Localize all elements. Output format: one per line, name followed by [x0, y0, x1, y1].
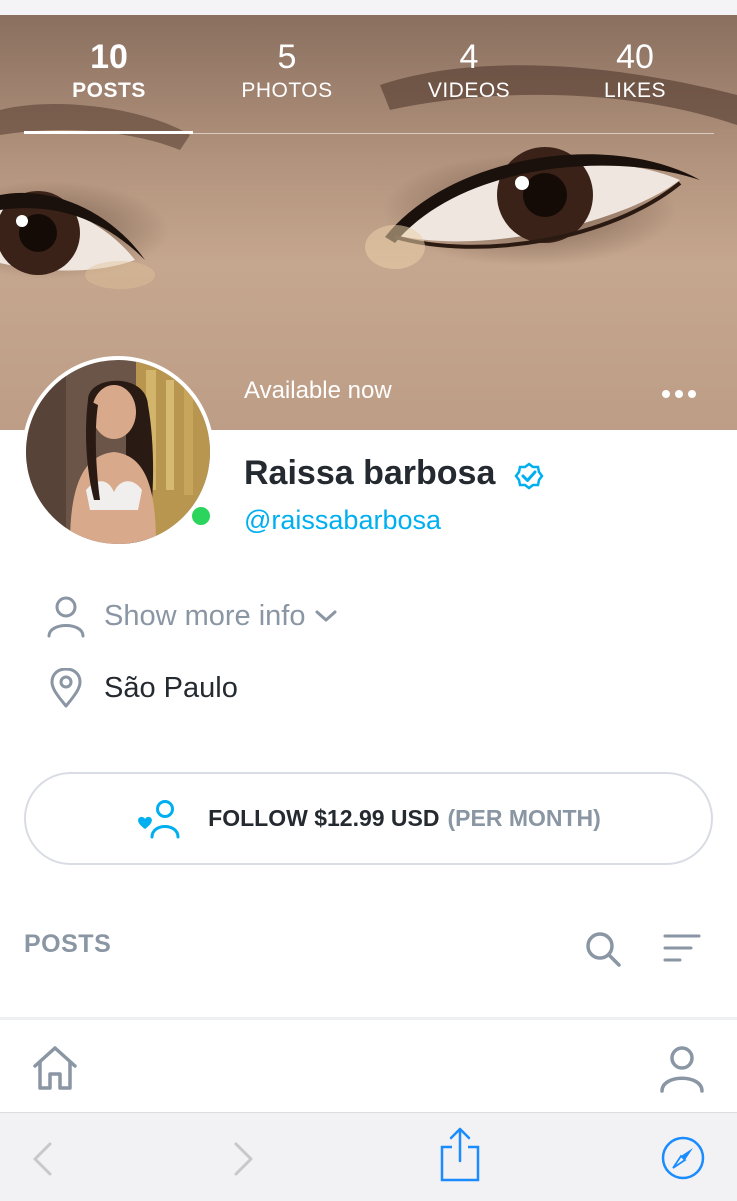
home-icon[interactable] [31, 1044, 79, 1092]
follow-period: (PER MONTH) [447, 805, 601, 831]
availability-status: Available now [244, 377, 392, 404]
likes-count: 40 [616, 38, 654, 76]
location-pin-icon [50, 668, 82, 708]
videos-label: VIDEOS [427, 79, 511, 102]
location-row: São Paulo [46, 668, 238, 708]
chevron-left-icon[interactable] [30, 1141, 54, 1177]
follow-label: FOLLOW $12.99 USD [208, 805, 440, 831]
profile-handle[interactable]: @raissabarbosa [244, 505, 441, 536]
tab-posts[interactable]: 10 POSTS [24, 37, 194, 105]
chevron-down-icon [315, 610, 336, 622]
browser-toolbar [0, 1112, 737, 1201]
stats-tabs: 10 POSTS 5 PHOTOS 4 VIDEOS 40 LIKES [24, 37, 714, 147]
tab-photos[interactable]: 5 PHOTOS [202, 37, 372, 105]
chevron-right-icon[interactable] [232, 1141, 256, 1177]
location-label: São Paulo [104, 671, 238, 704]
search-icon[interactable] [584, 930, 622, 968]
compass-icon[interactable] [660, 1135, 706, 1181]
avatar-photo [26, 360, 210, 544]
photos-label: PHOTOS [241, 79, 333, 102]
tab-videos[interactable]: 4 VIDEOS [384, 37, 554, 105]
active-tab-indicator [24, 131, 193, 134]
posts-label: POSTS [72, 79, 146, 102]
user-icon [47, 596, 85, 638]
online-indicator [189, 504, 213, 528]
verified-check-icon [514, 462, 544, 490]
bottom-navigation [0, 1020, 737, 1112]
share-icon[interactable] [439, 1127, 481, 1183]
avatar[interactable] [22, 356, 214, 548]
status-strip [0, 0, 737, 15]
photos-count: 5 [277, 38, 297, 76]
sort-lines-icon[interactable] [662, 932, 702, 966]
follow-heart-user-icon [138, 799, 180, 838]
tab-likes[interactable]: 40 LIKES [550, 37, 720, 105]
likes-label: LIKES [603, 79, 667, 102]
profile-name: Raissa barbosa [244, 454, 496, 492]
posts-count: 10 [90, 38, 128, 76]
videos-count: 4 [459, 38, 479, 76]
follow-subscribe-button[interactable]: FOLLOW $12.99 USD (PER MONTH) [24, 772, 713, 865]
more-dots-icon[interactable] [662, 387, 702, 401]
profile-icon[interactable] [658, 1044, 706, 1094]
show-more-info-label: Show more info [104, 599, 306, 632]
posts-section-title: POSTS [24, 930, 112, 958]
show-more-info-toggle[interactable]: Show more info [46, 594, 338, 638]
